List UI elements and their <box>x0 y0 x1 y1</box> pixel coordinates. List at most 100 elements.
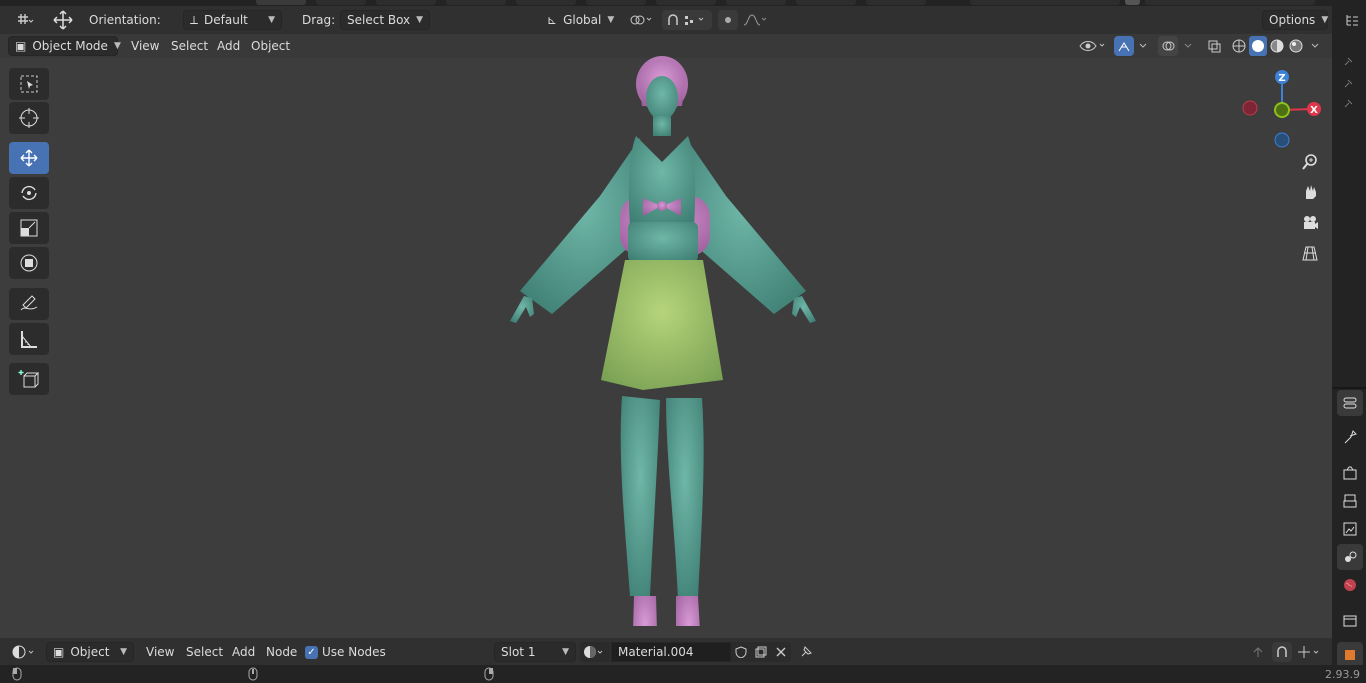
shader-editor-type-icon[interactable] <box>8 642 40 662</box>
view-layer-properties-icon[interactable] <box>1337 516 1363 542</box>
select-box-tool[interactable] <box>9 68 49 100</box>
solid-shading-icon[interactable] <box>1249 36 1267 56</box>
workspace-tab[interactable] <box>586 0 646 5</box>
zoom-icon[interactable] <box>1296 148 1324 176</box>
collection-properties-icon[interactable] <box>1337 608 1363 634</box>
chevron-down-icon[interactable] <box>1134 36 1152 56</box>
tool-properties-icon[interactable] <box>1337 424 1363 450</box>
snap-toggle-icon[interactable] <box>662 10 712 30</box>
pan-hand-icon[interactable] <box>1296 178 1324 206</box>
menu-view[interactable]: View <box>125 36 165 56</box>
gizmo-y-handle[interactable] <box>1274 102 1290 118</box>
overlays-icon[interactable] <box>1158 36 1178 56</box>
material-browse-icon[interactable] <box>580 642 610 662</box>
wireframe-shading-icon[interactable] <box>1230 36 1248 56</box>
gizmo-neg-z-handle[interactable] <box>1274 132 1290 148</box>
visibility-eye-icon[interactable] <box>1076 36 1110 56</box>
falloff-curve-icon[interactable] <box>740 10 770 30</box>
snap-element-icon[interactable] <box>1294 642 1326 662</box>
outliner-icon[interactable] <box>1342 10 1362 30</box>
new-material-copy-icon[interactable] <box>751 642 771 662</box>
world-properties-icon[interactable] <box>1337 572 1363 598</box>
workspace-tab[interactable] <box>726 0 786 5</box>
measure-tool[interactable] <box>9 323 49 355</box>
menu-view[interactable]: View <box>140 642 180 662</box>
3d-viewport[interactable]: Z X ‹ <box>0 56 1350 638</box>
object-mode-icon: ▣ <box>15 39 27 53</box>
material-name-field[interactable]: Material.004 <box>611 642 731 662</box>
use-nodes-toggle[interactable]: ✓ Use Nodes <box>305 642 386 662</box>
chevron-down-icon[interactable] <box>1180 36 1196 56</box>
unlink-material-close-icon[interactable] <box>771 642 791 662</box>
scene-selector[interactable] <box>970 0 1120 5</box>
scale-icon <box>20 219 38 237</box>
navigation-gizmo[interactable]: Z X <box>1236 66 1332 160</box>
cursor-tool[interactable] <box>9 102 49 134</box>
rotate-tool[interactable] <box>9 177 49 209</box>
proportional-edit-icon[interactable] <box>718 10 738 30</box>
transform-icon <box>20 254 38 272</box>
options-dropdown[interactable]: Options ▼ <box>1262 10 1328 30</box>
snap-magnet-icon[interactable] <box>1272 642 1292 662</box>
transform-orientation-dropdown[interactable]: ⊾ Global ▼ <box>540 10 620 30</box>
workspace-tab[interactable] <box>376 0 436 5</box>
properties-editor-icon[interactable] <box>1337 390 1363 416</box>
menu-select[interactable]: Select <box>165 36 214 56</box>
orientation-value: Default <box>204 13 248 27</box>
slot-dropdown[interactable]: Slot 1 ▼ <box>494 642 576 662</box>
scene-browse[interactable] <box>1125 0 1140 5</box>
workspace-tab[interactable] <box>796 0 856 5</box>
checkbox-checked-icon[interactable]: ✓ <box>305 645 318 659</box>
editor-type-icon[interactable] <box>10 10 40 30</box>
gizmo-neg-x-handle[interactable] <box>1242 100 1258 116</box>
shader-type-dropdown[interactable]: ▣ Object ▼ <box>46 642 134 662</box>
workspace-tab[interactable] <box>656 0 716 5</box>
material-shading-icon[interactable] <box>1268 36 1286 56</box>
output-properties-icon[interactable] <box>1337 488 1363 514</box>
orientation-dropdown[interactable]: ⟂ Default ▼ <box>183 10 282 30</box>
transform-tool[interactable] <box>9 247 49 279</box>
pin-icon[interactable] <box>796 642 816 662</box>
workspace-tab[interactable] <box>316 0 366 5</box>
rendered-shading-icon[interactable] <box>1287 36 1305 56</box>
workspace-tab[interactable] <box>516 0 576 5</box>
cursor-icon <box>19 108 39 128</box>
pin-icon[interactable] <box>1338 76 1360 90</box>
shader-editor-header: ▣ Object ▼ View Select Add Node ✓ Use No… <box>0 638 1332 665</box>
move-tool[interactable] <box>9 142 49 174</box>
character-model[interactable] <box>490 46 840 626</box>
pivot-point-icon[interactable] <box>626 10 658 30</box>
pin-icon[interactable] <box>1338 54 1360 68</box>
parent-node-tree-icon[interactable] <box>1248 642 1268 662</box>
workspace-tab[interactable] <box>866 0 926 5</box>
menu-object[interactable]: Object <box>245 36 296 56</box>
xray-toggle-icon[interactable] <box>1204 36 1224 56</box>
workspace-tab[interactable] <box>446 0 506 5</box>
scale-tool[interactable] <box>9 212 49 244</box>
global-axes-icon: ⊾ <box>547 13 558 27</box>
move-tool-icon <box>50 9 76 31</box>
camera-view-icon[interactable] <box>1296 209 1324 237</box>
chevron-down-icon: ▼ <box>268 15 275 25</box>
render-properties-icon[interactable] <box>1337 460 1363 486</box>
gizmo-toggle-icon[interactable] <box>1114 36 1134 56</box>
chevron-down-icon: ▼ <box>607 15 615 25</box>
drag-dropdown[interactable]: Select Box ▼ <box>340 10 430 30</box>
menu-select[interactable]: Select <box>180 642 229 662</box>
annotate-tool[interactable] <box>9 288 49 320</box>
add-cube-tool[interactable] <box>9 363 49 395</box>
fake-user-shield-icon[interactable] <box>731 642 751 662</box>
scene-properties-icon[interactable] <box>1337 544 1363 570</box>
view-layer-selector[interactable] <box>1145 0 1315 5</box>
menu-node[interactable]: Node <box>260 642 303 662</box>
menu-add[interactable]: Add <box>226 642 261 662</box>
mouse-left-icon <box>10 666 24 682</box>
measure-ruler-icon <box>21 331 37 348</box>
pin-icon[interactable] <box>1338 96 1360 110</box>
workspace-tab-active[interactable] <box>256 0 306 5</box>
chevron-down-icon: ▼ <box>113 41 121 51</box>
perspective-grid-icon[interactable] <box>1296 239 1324 267</box>
mode-dropdown[interactable]: ▣ Object Mode ▼ <box>8 36 121 56</box>
chevron-down-icon[interactable] <box>1306 36 1324 56</box>
menu-add[interactable]: Add <box>211 36 246 56</box>
